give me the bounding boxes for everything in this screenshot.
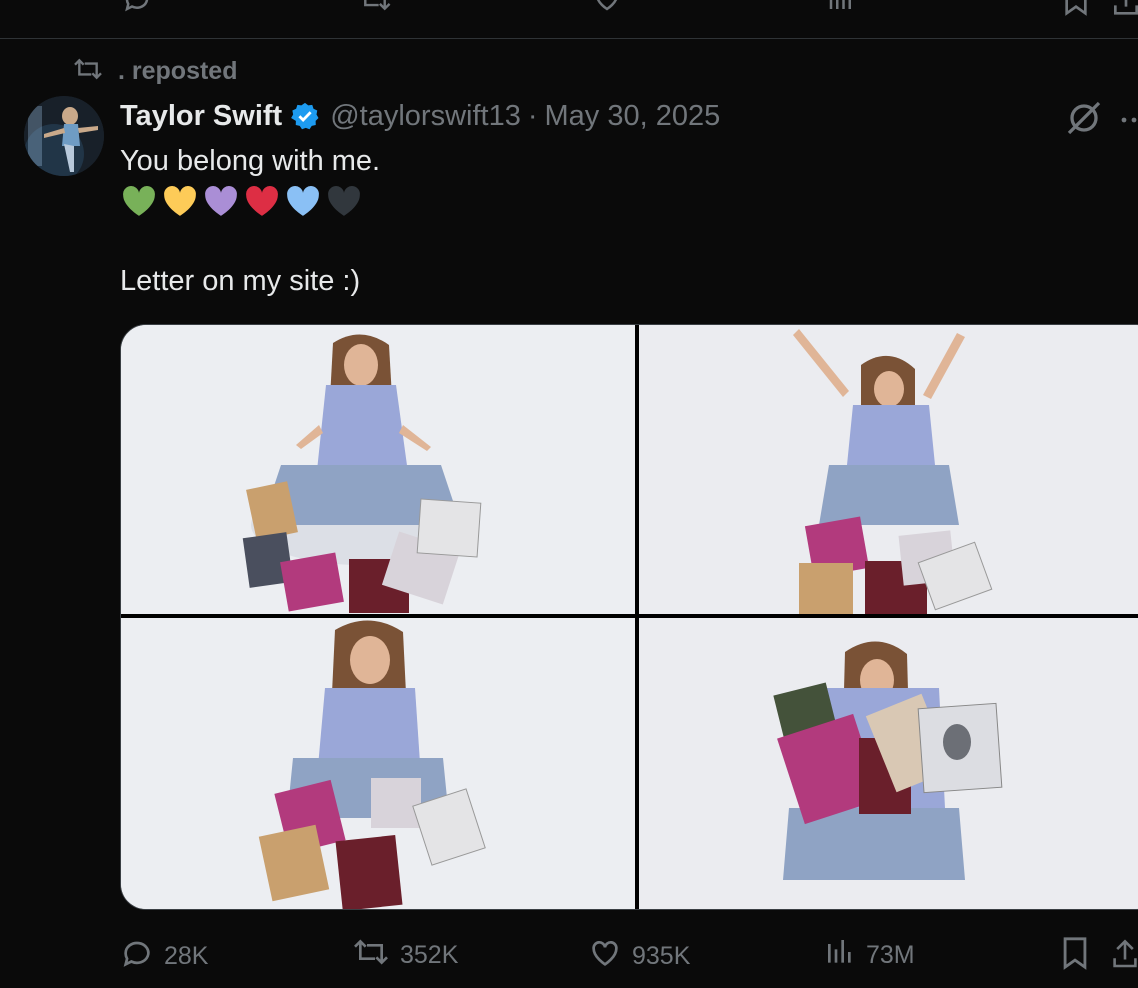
- grok-icon[interactable]: [1066, 100, 1102, 141]
- red-heart-icon: [243, 182, 281, 223]
- repost-icon[interactable]: [358, 0, 392, 19]
- header-separator: ·: [527, 99, 538, 132]
- more-options-icon[interactable]: [1120, 112, 1138, 130]
- tweet-actions: 28K 352K 935K 73M: [0, 930, 1138, 980]
- like-icon: [588, 936, 622, 977]
- tweet-date[interactable]: May 30, 2025: [545, 100, 721, 133]
- green-heart-icon: [120, 182, 158, 223]
- tweet-text-line-2: Letter on my site :): [120, 265, 361, 297]
- reply-button[interactable]: 28K: [120, 936, 208, 977]
- views-icon: [824, 936, 856, 975]
- repost-button[interactable]: 352K: [352, 936, 458, 975]
- reply-icon: [120, 936, 154, 977]
- reply-icon[interactable]: [122, 0, 152, 19]
- repost-context: . reposted: [72, 56, 237, 86]
- photo-2[interactable]: [639, 325, 1138, 614]
- bookmark-icon: [1060, 936, 1090, 977]
- repost-icon: [352, 936, 390, 975]
- tweet-header: Taylor Swift @taylorswift13 · May 30, 20…: [120, 98, 720, 134]
- verified-badge-icon[interactable]: [290, 101, 320, 131]
- purple-heart-icon: [202, 182, 240, 223]
- heart-emoji-row: [120, 182, 363, 223]
- tweet-divider: [0, 38, 1138, 39]
- reply-count: 28K: [164, 942, 209, 970]
- bookmark-icon[interactable]: [1062, 0, 1090, 21]
- share-icon[interactable]: [1112, 0, 1138, 21]
- repost-icon: [72, 56, 104, 87]
- like-count: 935K: [632, 942, 691, 970]
- media-grid: [120, 324, 1138, 910]
- black-heart-icon: [325, 182, 363, 223]
- blue-heart-icon: [284, 182, 322, 223]
- bookmark-button[interactable]: [1060, 936, 1090, 977]
- views-button[interactable]: 73M: [824, 936, 915, 975]
- photo-3[interactable]: [121, 618, 635, 909]
- repost-label[interactable]: . reposted: [118, 57, 237, 86]
- like-button[interactable]: 935K: [588, 936, 690, 977]
- photo-4[interactable]: [639, 618, 1138, 909]
- author-name[interactable]: Taylor Swift: [120, 100, 282, 133]
- tweet-text-line-1: You belong with me.: [120, 145, 381, 177]
- author-handle[interactable]: @taylorswift13: [330, 100, 521, 133]
- previous-tweet-actions: [0, 0, 1138, 38]
- repost-count: 352K: [400, 941, 459, 969]
- avatar[interactable]: [24, 96, 104, 176]
- share-button[interactable]: [1112, 936, 1138, 977]
- like-icon[interactable]: [592, 0, 622, 19]
- views-count: 73M: [866, 941, 915, 969]
- views-icon[interactable]: [826, 0, 856, 19]
- photo-1[interactable]: [121, 325, 635, 614]
- share-icon: [1112, 936, 1138, 977]
- yellow-heart-icon: [161, 182, 199, 223]
